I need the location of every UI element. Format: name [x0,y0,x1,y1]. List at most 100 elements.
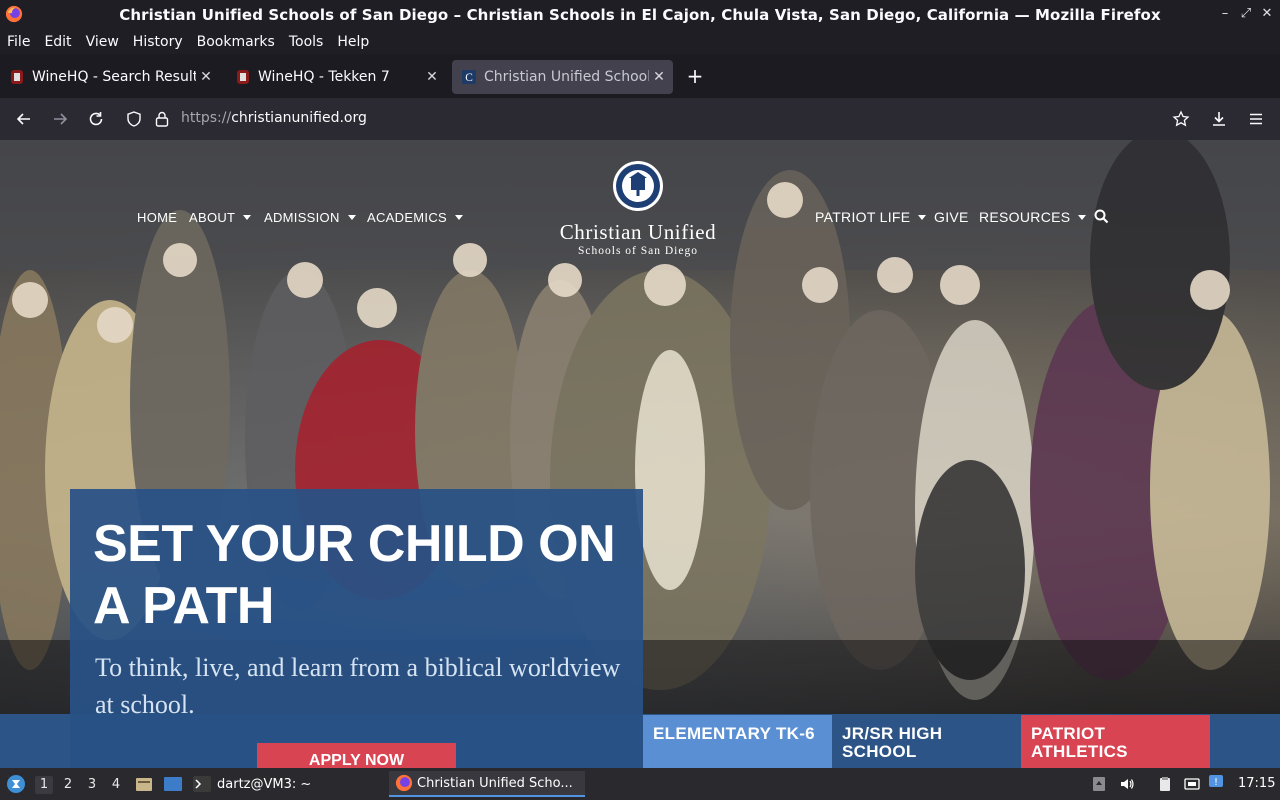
taskbar-terminal[interactable]: dartz@VM3: ~ [193,771,383,797]
tab-winehq-search[interactable]: WineHQ - Search Results ✕ [0,60,220,94]
tab-label: WineHQ - Search Results [32,69,196,85]
menu-view[interactable]: View [86,34,119,50]
start-menu-icon[interactable] [6,774,26,794]
winehq-favicon-icon [11,70,23,84]
tile-elementary[interactable]: ELEMENTARY TK-6 [643,715,832,768]
logo-wordmark: Christian Unified [559,220,717,244]
site-nav-home[interactable]: HOME [137,210,177,225]
volume-icon[interactable] [1119,776,1135,792]
close-tab-icon[interactable]: ✕ [649,69,669,85]
close-tab-icon[interactable]: ✕ [196,69,216,85]
school-seal-icon [613,161,663,211]
window-title: Christian Unified Schools of San Diego –… [119,6,1161,24]
close-tab-icon[interactable]: ✕ [422,69,442,85]
network-icon[interactable] [1184,776,1200,792]
tab-label: WineHQ - Tekken 7 [258,69,390,85]
caret-down-icon [455,215,463,220]
logo-subtitle: Schools of San Diego [578,245,698,257]
apply-now-button[interactable]: APPLY NOW [257,743,456,768]
site-nav-give[interactable]: GIVE [934,209,969,225]
app-menu-button[interactable] [1244,107,1268,131]
close-window-icon[interactable]: ✕ [1259,6,1275,21]
site-nav-label: RESOURCES [979,209,1071,225]
hamburger-menu-icon [1250,113,1262,125]
new-tab-button[interactable]: + [684,64,706,88]
site-nav-label: ADMISSION [264,210,340,225]
tile-jr-sr-high[interactable]: JR/SR HIGH SCHOOL [832,715,1021,768]
tile-patriot-athletics[interactable]: PATRIOT ATHLETICS [1021,715,1210,768]
back-button[interactable] [12,107,36,131]
site-logo[interactable]: Christian Unified Schools of San Diego [533,160,743,257]
site-nav-about[interactable]: ABOUT [189,210,252,225]
tile-label: PATRIOT ATHLETICS [1031,724,1128,761]
shield-icon[interactable] [125,110,143,128]
menu-file[interactable]: File [7,34,30,50]
svg-text:C: C [465,72,473,84]
webpage-content: HOME ABOUT ADMISSION ACADEMICS Christian… [0,140,1280,768]
downloads-button[interactable] [1207,107,1231,131]
url-bar[interactable]: https://christianunified.org [118,103,1204,135]
caret-down-icon [918,214,927,220]
menu-history[interactable]: History [133,34,183,50]
file-manager-icon[interactable] [135,775,153,793]
lock-icon[interactable] [154,110,170,128]
site-nav-resources[interactable]: RESOURCES [979,209,1087,225]
tab-label: Christian Unified Schools [484,69,649,85]
workspace-4[interactable]: 4 [107,776,125,794]
christian-unified-favicon-icon: C [462,70,476,84]
menu-tools[interactable]: Tools [289,34,324,50]
download-icon [1213,112,1225,126]
svg-text:!: ! [1214,777,1218,788]
tray-updates-icon[interactable] [1091,776,1107,792]
tab-christian-unified[interactable]: C Christian Unified Schools ✕ [452,60,673,94]
tab-winehq-tekken[interactable]: WineHQ - Tekken 7 ✕ [226,60,446,94]
site-nav-patriot-life[interactable]: PATRIOT LIFE [815,209,927,225]
menu-help[interactable]: Help [337,34,369,50]
maximize-icon[interactable]: ⤢ [1238,6,1254,21]
minimize-icon[interactable]: – [1217,6,1233,21]
site-nav-label: PATRIOT LIFE [815,209,911,225]
menu-edit[interactable]: Edit [44,34,71,50]
site-nav-label: ABOUT [189,210,236,225]
firefox-logo-icon [395,774,413,792]
reload-button[interactable] [84,107,108,131]
site-search-icon[interactable] [1094,209,1109,224]
back-arrow-icon [16,113,30,125]
forward-button[interactable] [48,107,72,131]
firefox-logo-icon [5,5,23,23]
notification-icon[interactable]: ! [1208,774,1224,790]
taskbar-clock[interactable]: 17:15 [1238,776,1275,791]
site-nav-admission[interactable]: ADMISSION [264,210,356,225]
tab-strip: WineHQ - Search Results ✕ WineHQ - Tekke… [0,56,1280,98]
taskbar-firefox-label: Christian Unified Scho... [417,775,573,791]
site-nav-academics[interactable]: ACADEMICS [367,210,463,225]
url-domain: christianunified.org [231,110,367,126]
workspace-1[interactable]: 1 [35,776,53,794]
tile-label: ELEMENTARY TK-6 [653,724,815,743]
url-text[interactable]: https://christianunified.org [181,110,367,126]
hero-headline: SET YOUR CHILD ON A PATH [93,515,616,635]
forward-arrow-icon [54,113,68,125]
workspace-2[interactable]: 2 [59,776,77,794]
navigation-toolbar: https://christianunified.org [0,98,1280,140]
bookmark-star-icon[interactable] [1172,110,1190,128]
desktop-taskbar: 1 2 3 4 dartz@VM3: ~ Christian Unified S… [0,768,1280,800]
clipboard-icon[interactable] [1157,776,1173,792]
url-protocol: https:// [181,110,232,126]
site-nav-label: ACADEMICS [367,210,447,225]
menu-bar: File Edit View History Bookmarks Tools H… [0,30,1280,54]
tile-label: JR/SR HIGH SCHOOL [842,724,943,761]
menu-bookmarks[interactable]: Bookmarks [197,34,275,50]
workspace-3[interactable]: 3 [83,776,101,794]
caret-down-icon [347,215,356,220]
winehq-favicon-icon [237,70,249,84]
reload-icon [89,112,103,126]
site-nav-label: GIVE [934,209,969,225]
show-desktop-icon[interactable] [163,775,183,793]
caret-down-icon [1078,214,1087,220]
site-nav-label: HOME [137,210,178,225]
terminal-icon [193,776,211,792]
taskbar-terminal-label: dartz@VM3: ~ [217,776,312,792]
window-titlebar: Christian Unified Schools of San Diego –… [0,0,1280,30]
taskbar-firefox[interactable]: Christian Unified Scho... [389,771,585,797]
